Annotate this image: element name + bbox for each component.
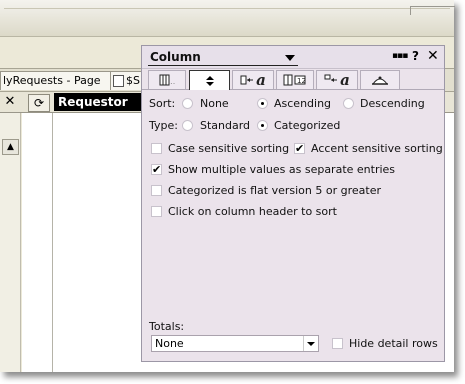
title-underline	[148, 65, 298, 66]
sort-ascending-radio[interactable]	[257, 98, 268, 109]
tab-font[interactable]: a	[232, 70, 274, 89]
type-label: Type:	[149, 119, 178, 132]
click-header-label: Click on column header to sort	[168, 205, 337, 218]
sort-none-radio[interactable]	[182, 98, 193, 109]
multiple-values-checkbox[interactable]: ✔	[151, 164, 162, 175]
title-font-icon	[324, 74, 338, 82]
flat-v5-label: Categorized is flat version 5 or greater	[168, 184, 381, 197]
tab-sorting[interactable]	[189, 70, 230, 90]
case-sensitive-checkbox[interactable]	[151, 143, 162, 154]
accent-sensitive-checkbox[interactable]: ✔	[294, 143, 305, 154]
advanced-hat-icon	[372, 76, 388, 85]
sort-ascending-label: Ascending	[274, 97, 332, 110]
svg-text:12: 12	[297, 77, 306, 85]
tab-title-font[interactable]: a	[316, 70, 358, 89]
font-icon	[240, 75, 254, 85]
multiple-values-label: Show multiple values as separate entries	[168, 163, 396, 176]
accent-sensitive-label: Accent sensitive sorting	[311, 142, 443, 155]
type-standard-radio[interactable]	[182, 120, 193, 131]
toolbar-area	[0, 0, 455, 37]
tab-label: $S	[126, 74, 140, 87]
panel-title: Column	[150, 50, 201, 64]
totals-value: None	[155, 337, 184, 350]
tab-numbers[interactable]: 12	[276, 70, 314, 89]
close-icon[interactable]: ✕	[2, 94, 18, 110]
font-glyph: a	[256, 70, 266, 89]
panel-grip-icon[interactable]: ▪▪▪	[392, 51, 408, 61]
sort-icon	[205, 75, 214, 86]
sort-descending-radio[interactable]	[343, 98, 354, 109]
panel-dropdown-arrow-icon[interactable]	[285, 55, 295, 61]
svg-text:‥: ‥	[170, 77, 175, 86]
tab-advanced[interactable]	[360, 70, 400, 89]
toolbar-frame	[410, 6, 455, 15]
column-header-requestor[interactable]: Requestor	[54, 93, 148, 111]
tab-label: lyRequests - Page	[3, 74, 101, 87]
title-font-glyph: a	[340, 70, 350, 89]
sort-label: Sort:	[149, 97, 176, 110]
hide-detail-label: Hide detail rows	[349, 337, 438, 350]
sort-none-label: None	[200, 97, 229, 110]
totals-label: Totals:	[149, 320, 185, 333]
panel-close-icon[interactable]: ✕	[427, 48, 439, 64]
click-header-checkbox[interactable]	[151, 206, 162, 217]
type-categorized-label: Categorized	[274, 119, 341, 132]
vertical-scrollbar[interactable]: ▲	[0, 113, 21, 372]
column-basics-icon: ‥	[159, 74, 175, 86]
totals-select[interactable]: None	[151, 335, 319, 352]
scroll-up-icon[interactable]: ▲	[2, 139, 19, 155]
column-properties-panel: Column ▪▪▪ ? ✕ ‥ a 12 a Sort: None Ascen…	[141, 45, 445, 362]
number-format-icon: 12	[283, 74, 306, 86]
panel-title-bar: Column ▪▪▪ ? ✕	[142, 46, 444, 69]
type-categorized-radio[interactable]	[257, 120, 268, 131]
type-standard-label: Standard	[200, 119, 251, 132]
chevron-down-icon[interactable]	[303, 336, 318, 351]
refresh-icon[interactable]: ⟳	[28, 94, 50, 112]
tab-column-basics[interactable]: ‥	[148, 70, 186, 89]
case-sensitive-label: Case sensitive sorting	[168, 142, 290, 155]
toolbar-divider	[4, 8, 450, 9]
hide-detail-checkbox[interactable]	[332, 338, 343, 349]
sort-descending-label: Descending	[360, 97, 425, 110]
help-icon[interactable]: ?	[412, 49, 419, 63]
flat-v5-checkbox[interactable]	[151, 185, 162, 196]
panel-tabs: ‥ a 12 a	[142, 69, 444, 90]
document-icon	[113, 75, 124, 87]
column-divider	[52, 113, 53, 372]
